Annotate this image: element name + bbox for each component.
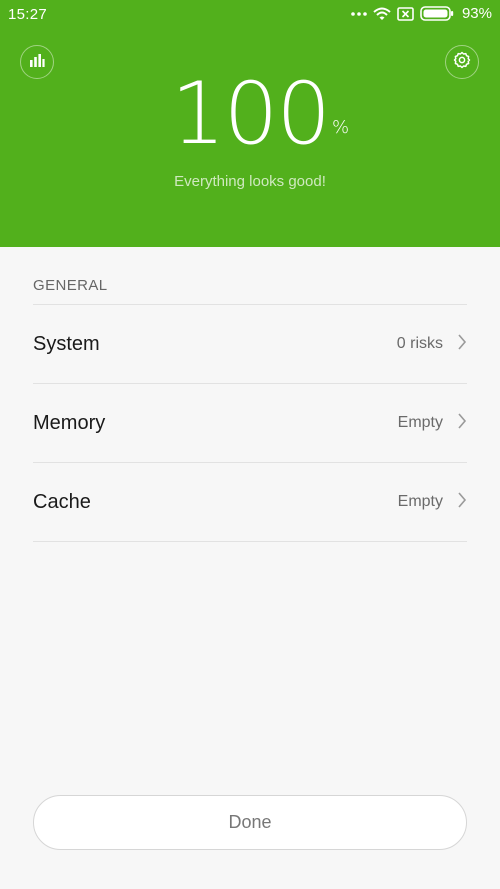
no-sim-icon [397, 6, 414, 21]
chevron-right-icon [457, 412, 467, 435]
divider [33, 541, 467, 542]
status-time: 15:27 [8, 6, 48, 23]
score-value: 100% [170, 64, 349, 164]
item-label: Cache [33, 490, 91, 513]
item-value: Empty [397, 414, 443, 431]
status-bar: 15:27 93% [0, 0, 500, 30]
wifi-icon [373, 7, 391, 21]
item-right: Empty [398, 491, 467, 514]
status-message: Everything looks good! [174, 173, 326, 190]
item-label: System [33, 332, 100, 355]
battery-icon [420, 6, 454, 21]
list-item-cache[interactable]: Cache Empty [33, 463, 467, 541]
header: 15:27 93% 100 % Everything looks good! [0, 0, 500, 247]
chevron-right-icon [457, 333, 467, 356]
score-unit: % [331, 117, 350, 138]
item-right: 0 risks [397, 333, 467, 356]
item-right: Empty [398, 412, 467, 435]
done-button[interactable]: Done [33, 795, 467, 850]
list-item-memory[interactable]: Memory Empty [33, 384, 467, 462]
item-label: Memory [33, 411, 106, 434]
item-value: 0 risks [396, 335, 443, 352]
status-icons: 93% [351, 5, 492, 22]
list-item-system[interactable]: System 0 risks [33, 305, 467, 383]
item-value: Empty [397, 493, 443, 510]
chevron-right-icon [457, 491, 467, 514]
more-dots-icon [351, 11, 367, 17]
score-area: 100% [0, 66, 500, 162]
section-title: GENERAL [33, 277, 108, 294]
score-number: 100 [170, 64, 331, 164]
battery-percent: 93% [461, 5, 492, 22]
